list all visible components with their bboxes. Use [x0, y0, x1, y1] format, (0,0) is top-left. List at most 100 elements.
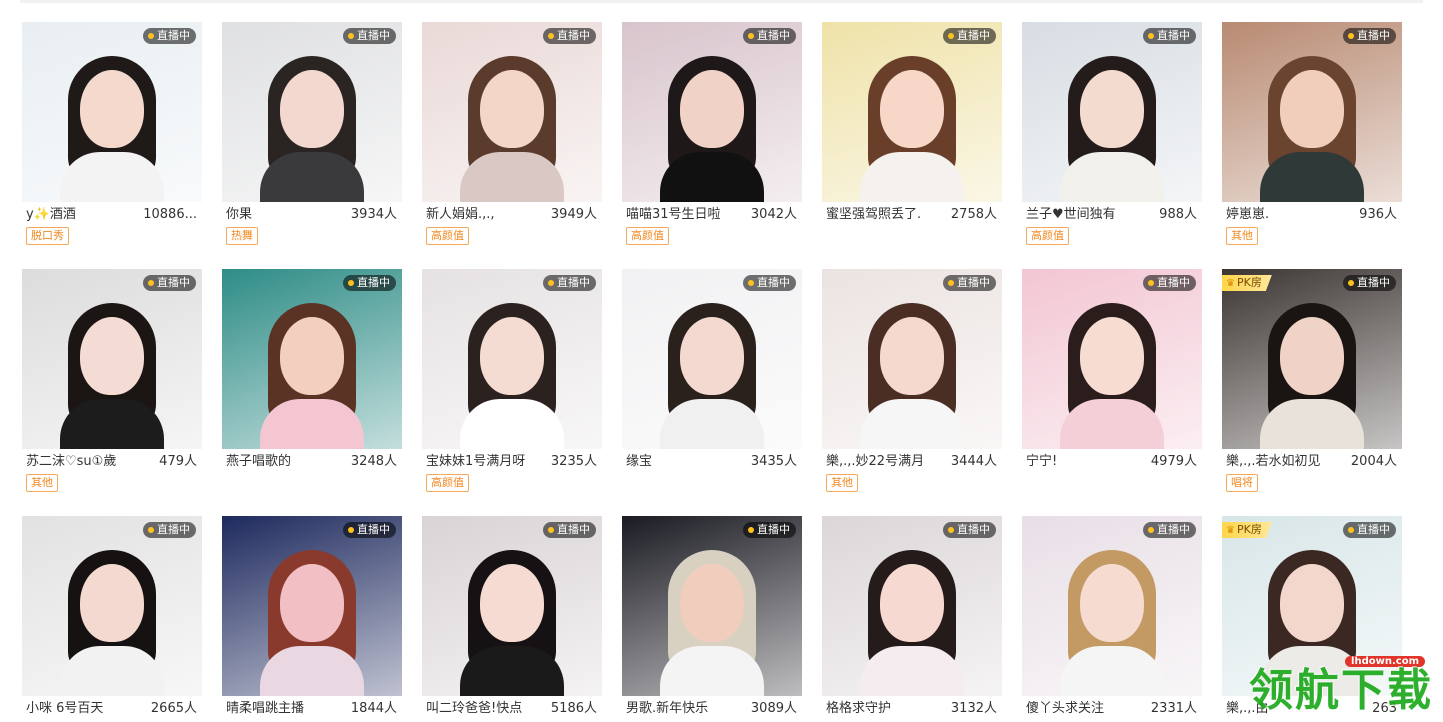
room-meta: 傻丫头求关注 2331人 — [1022, 700, 1202, 718]
streamer-name[interactable]: 格格求守护 — [826, 700, 936, 718]
streamer-name[interactable]: 你果 — [226, 206, 336, 224]
room-thumbnail[interactable]: 直播中 — [622, 22, 802, 202]
room-meta: 新人娟娟.,., 3949人 — [422, 206, 602, 224]
category-tag[interactable]: 脱口秀 — [26, 227, 69, 245]
room-thumbnail[interactable]: 直播中 — [22, 269, 202, 449]
streamer-name[interactable]: 新人娟娟.,., — [426, 206, 536, 224]
room-card[interactable]: 直播中苏二沫♡su①歲 479人其他 — [22, 269, 202, 492]
room-thumbnail[interactable]: 直播中 — [822, 269, 1002, 449]
category-tag[interactable]: 其他 — [1226, 227, 1258, 245]
room-thumbnail[interactable]: 直播中 — [222, 269, 402, 449]
room-card[interactable]: 直播中蜜坚强驾照丢了. 2758人 — [822, 22, 1002, 224]
pk-label: PK房 — [1236, 276, 1262, 289]
category-tag[interactable]: 其他 — [826, 474, 858, 492]
streamer-name[interactable]: 男歌.新年快乐 — [626, 700, 736, 718]
room-card[interactable]: 直播中你果 3934人热舞 — [222, 22, 402, 245]
viewer-count: 4979人 — [1150, 454, 1197, 469]
watermark-text: 领航下载 — [1249, 665, 1433, 716]
room-card[interactable]: 直播中 小咪 6号百天 2665人 — [22, 516, 202, 718]
room-thumbnail[interactable]: 直播中 — [222, 22, 402, 202]
streamer-name[interactable]: 傻丫头求关注 — [1026, 700, 1136, 718]
live-badge: 直播中 — [943, 28, 996, 44]
room-card[interactable]: 直播中 y✨酒酒 10886... 脱口秀 — [22, 22, 202, 245]
streamer-name[interactable]: 蜜坚强驾照丢了. — [826, 206, 936, 224]
streamer-portrait — [1060, 546, 1164, 696]
room-card[interactable]: 直播中缘宝 3435人 — [622, 269, 802, 471]
streamer-name[interactable]: 婷崽崽. — [1226, 206, 1336, 224]
room-thumbnail[interactable]: 直播中 — [22, 22, 202, 202]
category-tag[interactable]: 高颜值 — [426, 474, 469, 492]
room-thumbnail[interactable]: 直播中 — [422, 22, 602, 202]
room-meta: 你果 3934人 — [222, 206, 402, 224]
pk-label: PK房 — [1236, 523, 1262, 536]
live-badge: 直播中 — [143, 28, 196, 44]
room-thumbnail[interactable]: 直播中 — [622, 269, 802, 449]
streamer-name[interactable]: 宝妹妹1号满月呀 — [426, 453, 536, 471]
streamer-name[interactable]: 喵喵31号生日啦 — [626, 206, 736, 224]
room-card[interactable]: ♛ PK房 直播中樂,.,.若水如初见 2004人唱将 — [1222, 269, 1402, 492]
room-card[interactable]: 直播中 宝妹妹1号满月呀 3235人 高颜值 — [422, 269, 602, 492]
streamer-name[interactable]: 燕子唱歌的 — [226, 453, 336, 471]
live-badge: 直播中 — [1343, 522, 1396, 538]
viewer-count: 3934人 — [350, 207, 397, 222]
room-card[interactable]: 直播中 晴柔唱跳主播 1844人 — [222, 516, 402, 718]
category-tag[interactable]: 热舞 — [226, 227, 258, 245]
streamer-name[interactable]: 晴柔唱跳主播 — [226, 700, 336, 718]
streamer-name[interactable]: 缘宝 — [626, 453, 736, 471]
room-meta: 格格求守护 3132人 — [822, 700, 1002, 718]
room-thumbnail[interactable]: 直播中 — [422, 516, 602, 696]
streamer-portrait — [460, 546, 564, 696]
streamer-name[interactable]: 宁宁! — [1026, 453, 1136, 471]
viewer-count: 2758人 — [950, 207, 997, 222]
streamer-name[interactable]: 苏二沫♡su①歲 — [26, 453, 136, 471]
streamer-portrait — [260, 546, 364, 696]
category-tag[interactable]: 高颜值 — [1026, 227, 1069, 245]
room-thumbnail[interactable]: 直播中 — [1022, 22, 1202, 202]
room-thumbnail[interactable]: 直播中 — [22, 516, 202, 696]
room-meta: 樂,.,.若水如初见 2004人 — [1222, 453, 1402, 471]
room-card[interactable]: 直播中叫二玲爸爸!快点 5186人 — [422, 516, 602, 718]
streamer-portrait — [860, 299, 964, 449]
room-card[interactable]: 直播中傻丫头求关注 2331人 — [1022, 516, 1202, 718]
crown-icon: ♛ — [1226, 525, 1235, 536]
streamer-portrait — [260, 299, 364, 449]
viewer-count: 5186人 — [550, 701, 597, 716]
room-thumbnail[interactable]: 直播中 — [1022, 269, 1202, 449]
streamer-portrait — [60, 299, 164, 449]
room-thumbnail[interactable]: ♛ PK房 直播中 — [1222, 269, 1402, 449]
room-card[interactable]: 直播中兰子♥世间独有 988人高颜值 — [1022, 22, 1202, 245]
room-card[interactable]: 直播中 喵喵31号生日啦 3042人 高颜值 — [622, 22, 802, 245]
room-meta: 燕子唱歌的 3248人 — [222, 453, 402, 471]
room-meta: 苏二沫♡su①歲 479人 — [22, 453, 202, 471]
viewer-count: 3248人 — [350, 454, 397, 469]
streamer-name[interactable]: 小咪 6号百天 — [26, 700, 136, 718]
category-tag[interactable]: 唱将 — [1226, 474, 1258, 492]
room-meta: 兰子♥世间独有 988人 — [1022, 206, 1202, 224]
streamer-portrait — [660, 52, 764, 202]
viewer-count: 3444人 — [950, 454, 997, 469]
room-card[interactable]: 直播中樂,.,.妙22号满月 3444人其他 — [822, 269, 1002, 492]
room-thumbnail[interactable]: 直播中 — [222, 516, 402, 696]
room-card[interactable]: 直播中 婷崽崽. 936人 其他 — [1222, 22, 1402, 245]
room-thumbnail[interactable]: 直播中 — [822, 516, 1002, 696]
room-card[interactable]: 直播中新人娟娟.,., 3949人高颜值 — [422, 22, 602, 245]
category-tag[interactable]: 高颜值 — [626, 227, 669, 245]
room-meta: 缘宝 3435人 — [622, 453, 802, 471]
room-card[interactable]: 直播中宁宁! 4979人 — [1022, 269, 1202, 471]
room-thumbnail[interactable]: 直播中 — [1222, 22, 1402, 202]
streamer-name[interactable]: 樂,.,.妙22号满月 — [826, 453, 936, 471]
room-card[interactable]: 直播中格格求守护 3132人 — [822, 516, 1002, 718]
room-thumbnail[interactable]: 直播中 — [422, 269, 602, 449]
streamer-portrait — [60, 52, 164, 202]
category-tag[interactable]: 高颜值 — [426, 227, 469, 245]
streamer-name[interactable]: y✨酒酒 — [26, 206, 136, 224]
streamer-name[interactable]: 樂,.,.若水如初见 — [1226, 453, 1336, 471]
room-thumbnail[interactable]: 直播中 — [1022, 516, 1202, 696]
room-thumbnail[interactable]: 直播中 — [822, 22, 1002, 202]
category-tag[interactable]: 其他 — [26, 474, 58, 492]
streamer-name[interactable]: 兰子♥世间独有 — [1026, 206, 1136, 224]
room-card[interactable]: 直播中 男歌.新年快乐 3089人 — [622, 516, 802, 718]
streamer-name[interactable]: 叫二玲爸爸!快点 — [426, 700, 536, 718]
room-card[interactable]: 直播中燕子唱歌的 3248人 — [222, 269, 402, 471]
room-thumbnail[interactable]: 直播中 — [622, 516, 802, 696]
